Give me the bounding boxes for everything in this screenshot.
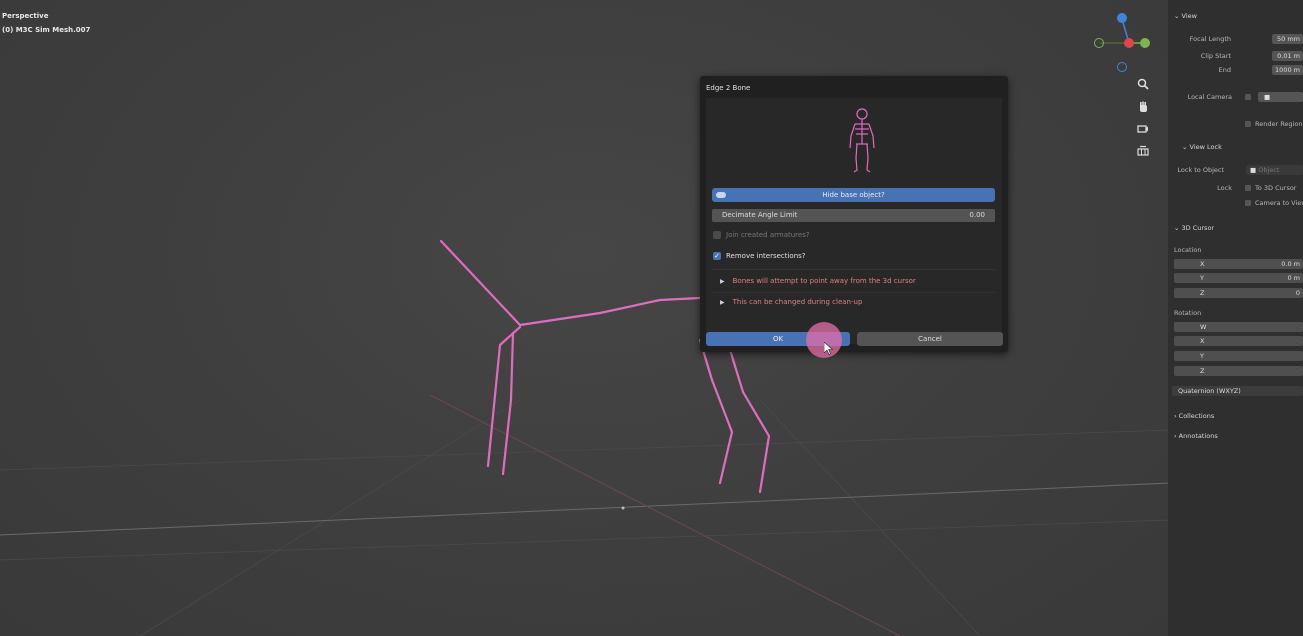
remove-intersections-row[interactable]: ✓ Remove intersections? [713,252,806,260]
collections-header[interactable]: › Collections [1174,412,1214,420]
join-armatures-label: Join created armatures? [726,231,810,239]
decimate-angle-limit-label: Decimate Angle Limit [722,211,798,219]
local-camera-checkbox[interactable] [1245,94,1251,100]
info-row-1[interactable]: ▶ Bones will attempt to point away from … [720,277,916,285]
hand-pan-icon[interactable] [1136,100,1150,114]
camera-icon[interactable] [1136,122,1150,136]
view-panel-header[interactable]: ⌄ View [1174,12,1197,20]
skeleton-icon [849,108,875,173]
info-row-2[interactable]: ▶ This can be changed during clean-up [720,298,862,306]
location-x-field[interactable]: X 0.0 m [1174,259,1303,269]
hide-base-object-label: Hide base object? [822,191,885,199]
lock-to-object-label: Lock to Object [1177,166,1224,174]
world-origin [621,506,625,510]
clip-end-field[interactable]: 1000 m [1272,65,1303,75]
neg-z-axis-icon[interactable] [1117,62,1127,72]
remove-intersections-label: Remove intersections? [726,252,806,260]
dialog-title: Edge 2 Bone [706,84,751,92]
navigation-gizmo[interactable] [1090,10,1154,76]
mouse-cursor-icon [823,341,834,358]
annotations-header[interactable]: › Annotations [1174,432,1218,440]
z-axis-icon[interactable] [1117,13,1127,23]
camera-to-view-checkbox[interactable] [1245,200,1251,206]
location-z-field[interactable]: Z0 [1174,288,1303,298]
join-armatures-checkbox[interactable] [713,231,721,239]
cancel-button[interactable]: Cancel [857,332,1003,346]
clip-end-label: End [1218,66,1231,74]
view-lock-header[interactable]: ⌄ View Lock [1182,143,1222,151]
divider [712,292,995,293]
local-camera-label: Local Camera [1187,93,1232,101]
toggle-indicator-icon [716,192,726,198]
y-axis-line [429,394,901,636]
info-text-2: This can be changed during clean-up [732,298,863,306]
hide-base-object-toggle[interactable]: Hide base object? [712,188,995,202]
clip-start-field[interactable]: 0.01 m [1272,51,1303,61]
view-mode-label: Perspective [2,12,49,20]
render-region-checkbox[interactable] [1245,121,1251,127]
disclosure-triangle-icon: ▶ [720,277,725,285]
decimate-angle-limit-field[interactable]: Decimate Angle Limit 0.00 [712,209,995,222]
location-label: Location [1174,246,1202,254]
rotation-z-field[interactable]: Z [1174,366,1303,376]
active-object-label: (0) M3C Sim Mesh.007 [2,26,91,34]
grid-icon[interactable] [1136,144,1150,158]
rotation-w-field[interactable]: W [1174,322,1303,332]
floor-grid [0,399,1170,636]
decimate-angle-limit-value: 0.00 [969,211,985,219]
rotation-mode-dropdown[interactable]: Quaternion (WXYZ) [1172,386,1303,396]
rotation-label: Rotation [1174,309,1202,317]
x-axis-line [0,482,1170,536]
rotation-x-field[interactable]: X [1174,336,1303,346]
camera-to-view-label: Camera to View [1255,199,1303,207]
divider [712,269,995,270]
focal-length-label: Focal Length [1189,35,1231,43]
lock-to-object-field[interactable]: ■ Object [1246,165,1303,175]
remove-intersections-checkbox[interactable]: ✓ [713,252,721,260]
rotation-y-field[interactable]: Y [1174,351,1303,361]
disclosure-triangle-icon: ▶ [720,298,725,306]
neg-y-axis-icon[interactable] [1094,38,1104,48]
render-region-label: Render Region [1255,120,1303,128]
lock-label: Lock [1217,184,1232,192]
to-3d-cursor-label: To 3D Cursor [1255,184,1297,192]
3d-cursor-header[interactable]: ⌄ 3D Cursor [1174,224,1214,232]
info-text-1: Bones will attempt to point away from th… [732,277,916,285]
clip-start-label: Clip Start [1200,52,1231,60]
sidebar-panel: ⌄ View Focal Length 50 mm Clip Start 0.0… [1168,0,1303,636]
location-y-field[interactable]: Y0 m [1174,273,1303,283]
x-axis-icon[interactable] [1124,38,1134,48]
zoom-icon[interactable] [1136,77,1150,91]
join-armatures-row[interactable]: Join created armatures? [713,231,810,239]
edge-2-bone-dialog: Edge 2 Bone Hide base object? Decimate A… [700,76,1008,352]
focal-length-field[interactable]: 50 mm [1272,34,1303,44]
y-axis-icon[interactable] [1140,38,1150,48]
local-camera-field[interactable]: ■ [1258,92,1303,102]
dialog-body: Hide base object? Decimate Angle Limit 0… [706,98,1002,344]
to-3d-cursor-checkbox[interactable] [1245,185,1251,191]
